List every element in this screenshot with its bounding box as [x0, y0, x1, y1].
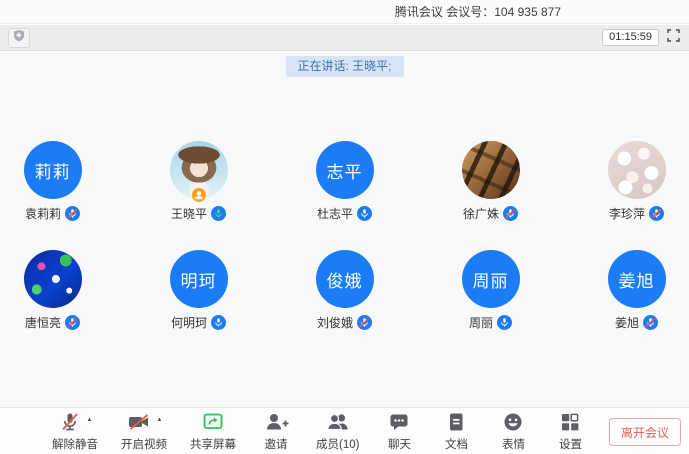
participant-tile[interactable]: 徐广姝 [445, 141, 537, 222]
participant-row-1: 莉莉 袁莉莉 王晓 [0, 141, 689, 222]
mic-muted-icon [643, 315, 658, 330]
mic-muted-icon [357, 315, 372, 330]
avatar-photo [24, 250, 82, 308]
members-button[interactable]: 成员(10) [316, 413, 359, 452]
participant-tile[interactable]: 周丽 周丽 [445, 250, 537, 331]
settings-button[interactable]: 设置 [553, 413, 587, 452]
emoji-button[interactable]: 表情 [496, 413, 530, 452]
avatar: 莉莉 [24, 141, 82, 199]
tool-label: 共享屏幕 [190, 436, 236, 452]
statusbar: 01:15:59 [0, 25, 689, 51]
participant-grid: 莉莉 袁莉莉 王晓 [0, 141, 689, 331]
mic-muted-icon [649, 206, 664, 221]
participant-name: 徐广姝 [463, 205, 499, 222]
avatar-photo [608, 141, 666, 199]
document-icon [444, 410, 468, 439]
avatar-initials: 明珂 [181, 267, 217, 292]
avatar: 志平 [316, 141, 374, 199]
fullscreen-icon [667, 29, 680, 47]
participant-name: 杜志平 [317, 205, 353, 222]
participant-name: 王晓平 [171, 205, 207, 222]
participant-name: 何明珂 [171, 314, 207, 331]
mic-off-icon [58, 410, 82, 439]
titlebar: 腾讯会议 会议号：104 935 877 [0, 0, 689, 24]
tool-label: 开启视频 [121, 436, 167, 452]
emoji-icon [501, 410, 525, 439]
mic-muted-icon [65, 206, 80, 221]
avatar-photo [462, 141, 520, 199]
host-badge-icon [192, 188, 206, 202]
start-video-button[interactable]: ▲ 开启视频 [121, 413, 167, 452]
tool-label: 表情 [502, 436, 525, 452]
leave-meeting-button[interactable]: 离开会议 [609, 418, 681, 446]
tool-label: 邀请 [265, 436, 288, 452]
participant-name: 姜旭 [615, 314, 639, 331]
participant-name: 周丽 [469, 314, 493, 331]
avatar-initials: 姜旭 [619, 267, 655, 292]
documents-button[interactable]: 文档 [439, 413, 473, 452]
invite-button[interactable]: 邀请 [259, 413, 293, 452]
mic-speaking-icon [211, 206, 226, 221]
mic-muted-icon [503, 206, 518, 221]
avatar-initials: 周丽 [473, 267, 509, 292]
participant-tile[interactable]: 明珂 何明珂 [153, 250, 245, 331]
participant-row-2: 唐恒亮 明珂 何明珂 [0, 250, 689, 331]
avatar: 姜旭 [608, 250, 666, 308]
avatar-initials: 志平 [327, 158, 363, 183]
fullscreen-button[interactable] [666, 28, 681, 48]
chat-button[interactable]: 聊天 [382, 413, 416, 452]
settings-icon [558, 410, 582, 439]
participant-tile[interactable]: 俊娥 刘俊娥 [299, 250, 391, 331]
participant-name: 刘俊娥 [317, 314, 353, 331]
participant-name: 袁莉莉 [25, 205, 61, 222]
participant-name: 唐恒亮 [25, 314, 61, 331]
tool-label: 解除静音 [52, 436, 98, 452]
participant-tile[interactable]: 莉莉 袁莉莉 [7, 141, 99, 222]
avatar: 明珂 [170, 250, 228, 308]
tool-label: 文档 [445, 436, 468, 452]
participant-name: 李珍萍 [609, 205, 645, 222]
participant-tile[interactable]: 王晓平 [153, 141, 245, 222]
tool-label: 聊天 [388, 436, 411, 452]
meeting-timer: 01:15:59 [602, 29, 659, 46]
avatar: 周丽 [462, 250, 520, 308]
unmute-button[interactable]: ▲ 解除静音 [52, 413, 98, 452]
participant-tile[interactable]: 志平 杜志平 [299, 141, 391, 222]
camera-off-icon [126, 410, 152, 439]
mic-on-icon [497, 315, 512, 330]
avatar: 俊娥 [316, 250, 374, 308]
avatar-initials: 莉莉 [35, 158, 71, 183]
tool-label: 成员(10) [316, 436, 359, 452]
participant-tile[interactable]: 李珍萍 [591, 141, 683, 222]
participant-tile[interactable]: 唐恒亮 [7, 250, 99, 331]
invite-person-icon [263, 410, 289, 439]
video-options-caret[interactable]: ▲ [157, 417, 163, 423]
shield-plus-icon [13, 29, 25, 47]
bottom-toolbar: ▲ 解除静音 ▲ 开启视频 共享屏幕 [0, 407, 689, 454]
participant-tile[interactable]: 姜旭 姜旭 [591, 250, 683, 331]
members-icon [325, 410, 351, 439]
meeting-title: 腾讯会议 会议号：104 935 877 [395, 3, 561, 20]
mic-muted-icon [65, 315, 80, 330]
mic-options-caret[interactable]: ▲ [87, 417, 93, 423]
tool-label: 设置 [559, 436, 582, 452]
meeting-window: 腾讯会议 会议号：104 935 877 01:15:59 正在讲话: 王晓平; [0, 0, 689, 454]
speaking-banner: 正在讲话: 王晓平; [285, 56, 403, 77]
avatar-photo [170, 141, 228, 199]
stage: 正在讲话: 王晓平; 莉莉 袁莉莉 [0, 52, 689, 407]
share-screen-button[interactable]: 共享屏幕 [190, 413, 236, 452]
chat-icon [387, 410, 411, 439]
security-shield-button[interactable] [8, 28, 30, 48]
avatar-initials: 俊娥 [327, 267, 363, 292]
mic-on-icon [211, 315, 226, 330]
share-screen-icon [201, 410, 225, 439]
mic-on-icon [357, 206, 372, 221]
